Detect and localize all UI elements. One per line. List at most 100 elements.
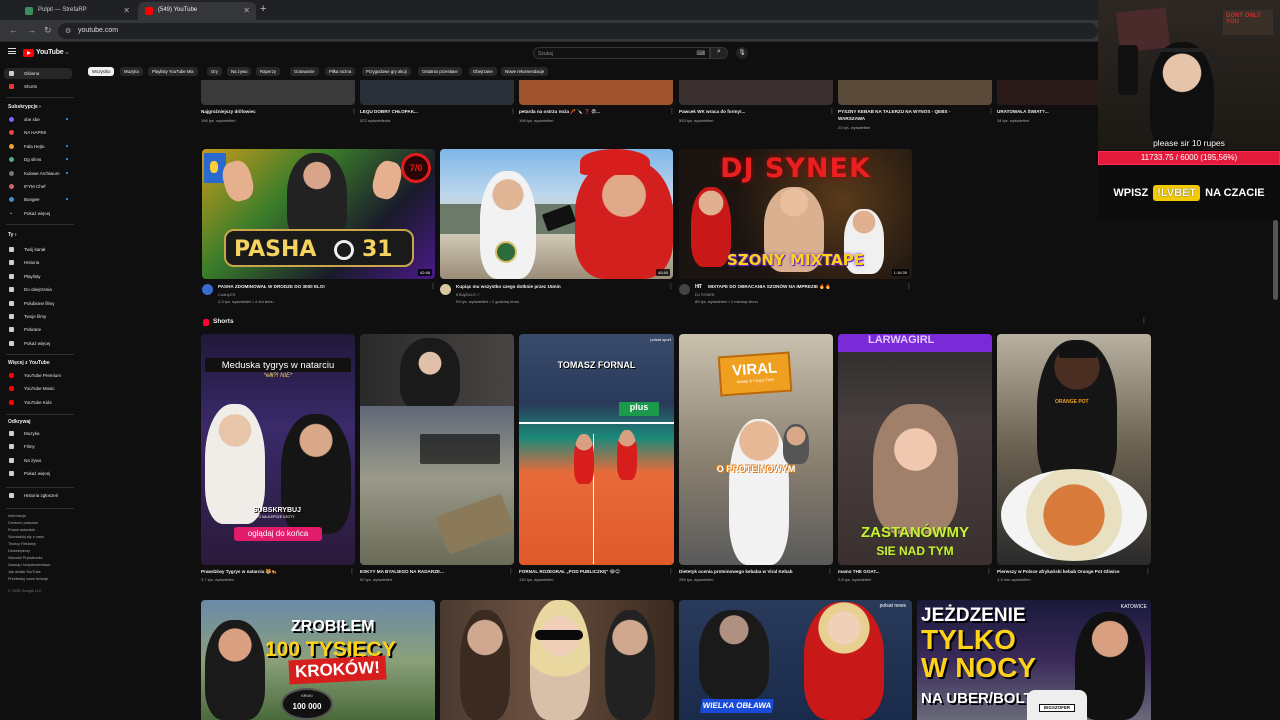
- filter-chip[interactable]: Ostatnio przesłane: [418, 67, 462, 76]
- close-tab-icon[interactable]: ✕: [123, 6, 130, 15]
- more-actions-icon[interactable]: ⋮: [669, 108, 675, 115]
- youtube-logo[interactable]: YouTube PL: [23, 48, 69, 57]
- filter-chip[interactable]: Playlisty YouTube Mix: [148, 67, 198, 76]
- footer-link[interactable]: Informacje: [8, 514, 26, 519]
- filter-chip[interactable]: Gotowanie: [290, 67, 319, 76]
- sidebar-item[interactable]: Pobrane: [4, 324, 72, 335]
- footer-link[interactable]: Przetestuj nowe funkcje: [8, 577, 48, 582]
- page-scrollbar[interactable]: [1273, 220, 1278, 300]
- video-title[interactable]: Kupiąc mu wszystko czego dotknie przez 1…: [456, 284, 666, 289]
- more-actions-icon[interactable]: ⋮: [430, 283, 436, 290]
- sidebar-item[interactable]: Historia: [4, 257, 72, 268]
- more-actions-icon[interactable]: ⋮: [986, 568, 992, 575]
- sidebar-item[interactable]: Playlisty: [4, 271, 72, 282]
- keyboard-icon[interactable]: ⌨: [696, 50, 705, 57]
- new-tab-icon[interactable]: +: [260, 3, 266, 15]
- sidebar-item[interactable]: Na żywo: [4, 455, 72, 466]
- tab-youtube[interactable]: (549) YouTube ✕: [138, 2, 256, 20]
- channel-name[interactable]: CudnyCS: [218, 292, 235, 297]
- more-actions-icon[interactable]: ⋮: [988, 108, 994, 115]
- sidebar-item-home[interactable]: Główna: [4, 68, 72, 79]
- you-heading[interactable]: Ty ›: [8, 232, 17, 238]
- short-thumbnail[interactable]: Meduska tygrys w natarciu *ełłł?! NIE* S…: [201, 334, 355, 565]
- channel-name[interactable]: KSIĄŻULO ✓: [456, 292, 480, 297]
- sidebar-item[interactable]: Filmy: [4, 441, 72, 452]
- video-title[interactable]: petarda na ostrzu noża 🧨 🔪 ❓ 😨...: [519, 109, 669, 115]
- short-title[interactable]: mamo THE GOAT...: [838, 569, 988, 574]
- sidebar-item-subscription[interactable]: ⌄ Pokaż więcej: [4, 208, 72, 219]
- short-thumbnail[interactable]: [360, 334, 514, 565]
- short-title[interactable]: ESKYY MA BYALIEGO NA RADARZE...: [360, 569, 510, 574]
- video-thumbnail[interactable]: [201, 80, 355, 105]
- sidebar-item[interactable]: Twój kanał: [4, 244, 72, 255]
- sidebar-item-subscription[interactable]: xbe xbe: [4, 114, 72, 125]
- voice-search-icon[interactable]: 🎙: [736, 47, 748, 59]
- channel-avatar[interactable]: [202, 284, 213, 295]
- more-actions-icon[interactable]: ⋮: [1145, 568, 1151, 575]
- sidebar-item-subscription[interactable]: IFYM Chef: [4, 181, 72, 192]
- more-actions-icon[interactable]: ⋮: [508, 568, 514, 575]
- video-title[interactable]: PASHA ZDOMINOWAŁ W DRODZE DO 3000 ELO!: [218, 284, 418, 289]
- short-thumbnail[interactable]: VIRAL Kebab & Crispy Fries O PROTEINOWYM: [679, 334, 833, 565]
- more-actions-icon[interactable]: ⋮: [668, 283, 674, 290]
- sidebar-item[interactable]: Pokaż więcej: [4, 338, 72, 349]
- search-button[interactable]: ⌕: [710, 47, 728, 59]
- filter-chip[interactable]: Przygodowe gry akcji: [362, 67, 411, 76]
- sidebar-item[interactable]: Do obejrzenia: [4, 284, 72, 295]
- video-thumbnail[interactable]: polsat news WIELKA OBŁAWA: [679, 600, 912, 720]
- sidebar-item-report-history[interactable]: Historia zgłoszeń: [4, 490, 72, 501]
- filter-chip[interactable]: Raperzy: [256, 67, 281, 76]
- video-thumbnail[interactable]: [360, 80, 514, 105]
- more-actions-icon[interactable]: ⋮: [351, 108, 357, 115]
- footer-link[interactable]: Twórcy Reklamy: [8, 542, 36, 547]
- sidebar-item[interactable]: YouTube Premium: [4, 370, 72, 381]
- short-thumbnail[interactable]: TOMASZ FORNAL polsat sport plus: [519, 334, 674, 565]
- sidebar-item-subscription[interactable]: Bungee: [4, 194, 72, 205]
- footer-link[interactable]: Skontaktuj się z nami: [8, 535, 44, 540]
- sidebar-item-subscription[interactable]: Fala Hejtu: [4, 141, 72, 152]
- tab-strefarp[interactable]: Pulpit — StrefaRP ✕: [18, 2, 136, 20]
- short-thumbnail[interactable]: ORANGE POT: [997, 334, 1151, 565]
- filter-chip[interactable]: Wszystko: [88, 67, 115, 76]
- video-thumbnail[interactable]: 40:40: [440, 149, 673, 279]
- filter-chip[interactable]: Piłka nożna: [325, 67, 356, 76]
- sidebar-item[interactable]: Pokaż więcej: [4, 468, 72, 479]
- more-actions-icon[interactable]: ⋮: [349, 568, 355, 575]
- channel-name[interactable]: DJ SYNEK: [695, 292, 715, 297]
- more-actions-icon[interactable]: ⋮: [827, 568, 833, 575]
- filter-chip[interactable]: Muzyka: [120, 67, 143, 76]
- short-title[interactable]: Dietetyk ocenia proteinowego kebaba w Vi…: [679, 569, 829, 574]
- short-thumbnail[interactable]: LARWAGIRL ZASTANÓWMY SIE NAD TYM: [838, 334, 992, 565]
- sidebar-item-subscription[interactable]: Dg slims: [4, 154, 72, 165]
- shorts-more-icon[interactable]: ⋮: [1141, 317, 1147, 324]
- sidebar-item[interactable]: Muzyka: [4, 428, 72, 439]
- video-thumbnail[interactable]: JEŻDZENIE TYLKO W NOCY NA UBER/BOLT KATO…: [917, 600, 1151, 720]
- sidebar-item[interactable]: Twoje filmy: [4, 311, 72, 322]
- video-title[interactable]: Najgroźniejszy drillowiec: [201, 109, 351, 114]
- short-title[interactable]: Prawdziwy Tygrys w natarciu 🐯🐅: [201, 569, 351, 575]
- video-thumbnail[interactable]: [519, 80, 673, 105]
- footer-link[interactable]: Deweloperzy: [8, 549, 30, 554]
- more-actions-icon[interactable]: ⋮: [906, 283, 912, 290]
- video-title[interactable]: PYSZNY KEBAB NA TALERZU NA WYNOS - QEBS …: [838, 109, 988, 114]
- more-actions-icon[interactable]: ⋮: [510, 108, 516, 115]
- back-icon[interactable]: ←: [9, 25, 18, 35]
- close-tab-icon[interactable]: ✕: [243, 6, 250, 15]
- forward-icon[interactable]: →: [27, 25, 36, 35]
- sidebar-item[interactable]: YouTube Kids: [4, 397, 72, 408]
- video-thumbnail[interactable]: [679, 80, 833, 105]
- footer-link[interactable]: Warunki Prywatność: [8, 556, 42, 561]
- site-info-icon[interactable]: ⚙: [65, 27, 71, 35]
- channel-avatar[interactable]: [440, 284, 451, 295]
- video-thumbnail[interactable]: [838, 80, 992, 105]
- video-title-line-2[interactable]: WARSZAWA: [838, 116, 988, 121]
- more-actions-icon[interactable]: ⋮: [668, 568, 674, 575]
- video-title[interactable]: Pawcek WK wraca do formy!...: [679, 109, 829, 114]
- filter-chip[interactable]: Gry: [207, 67, 222, 76]
- short-title[interactable]: FORNAL ROZEGRAŁ „POD PUBLICZKĘ" 😂😊: [519, 569, 669, 575]
- video-thumbnail[interactable]: ZROBIŁEM 100 TYSIĘCY KROKÓW! KROKI 100 0…: [201, 600, 435, 720]
- sidebar-item[interactable]: YouTube Music: [4, 383, 72, 394]
- footer-link[interactable]: Zasady i bezpieczeństwo: [8, 563, 50, 568]
- search-input[interactable]: Szukaj ⌨: [533, 47, 710, 59]
- channel-avatar[interactable]: [679, 284, 690, 295]
